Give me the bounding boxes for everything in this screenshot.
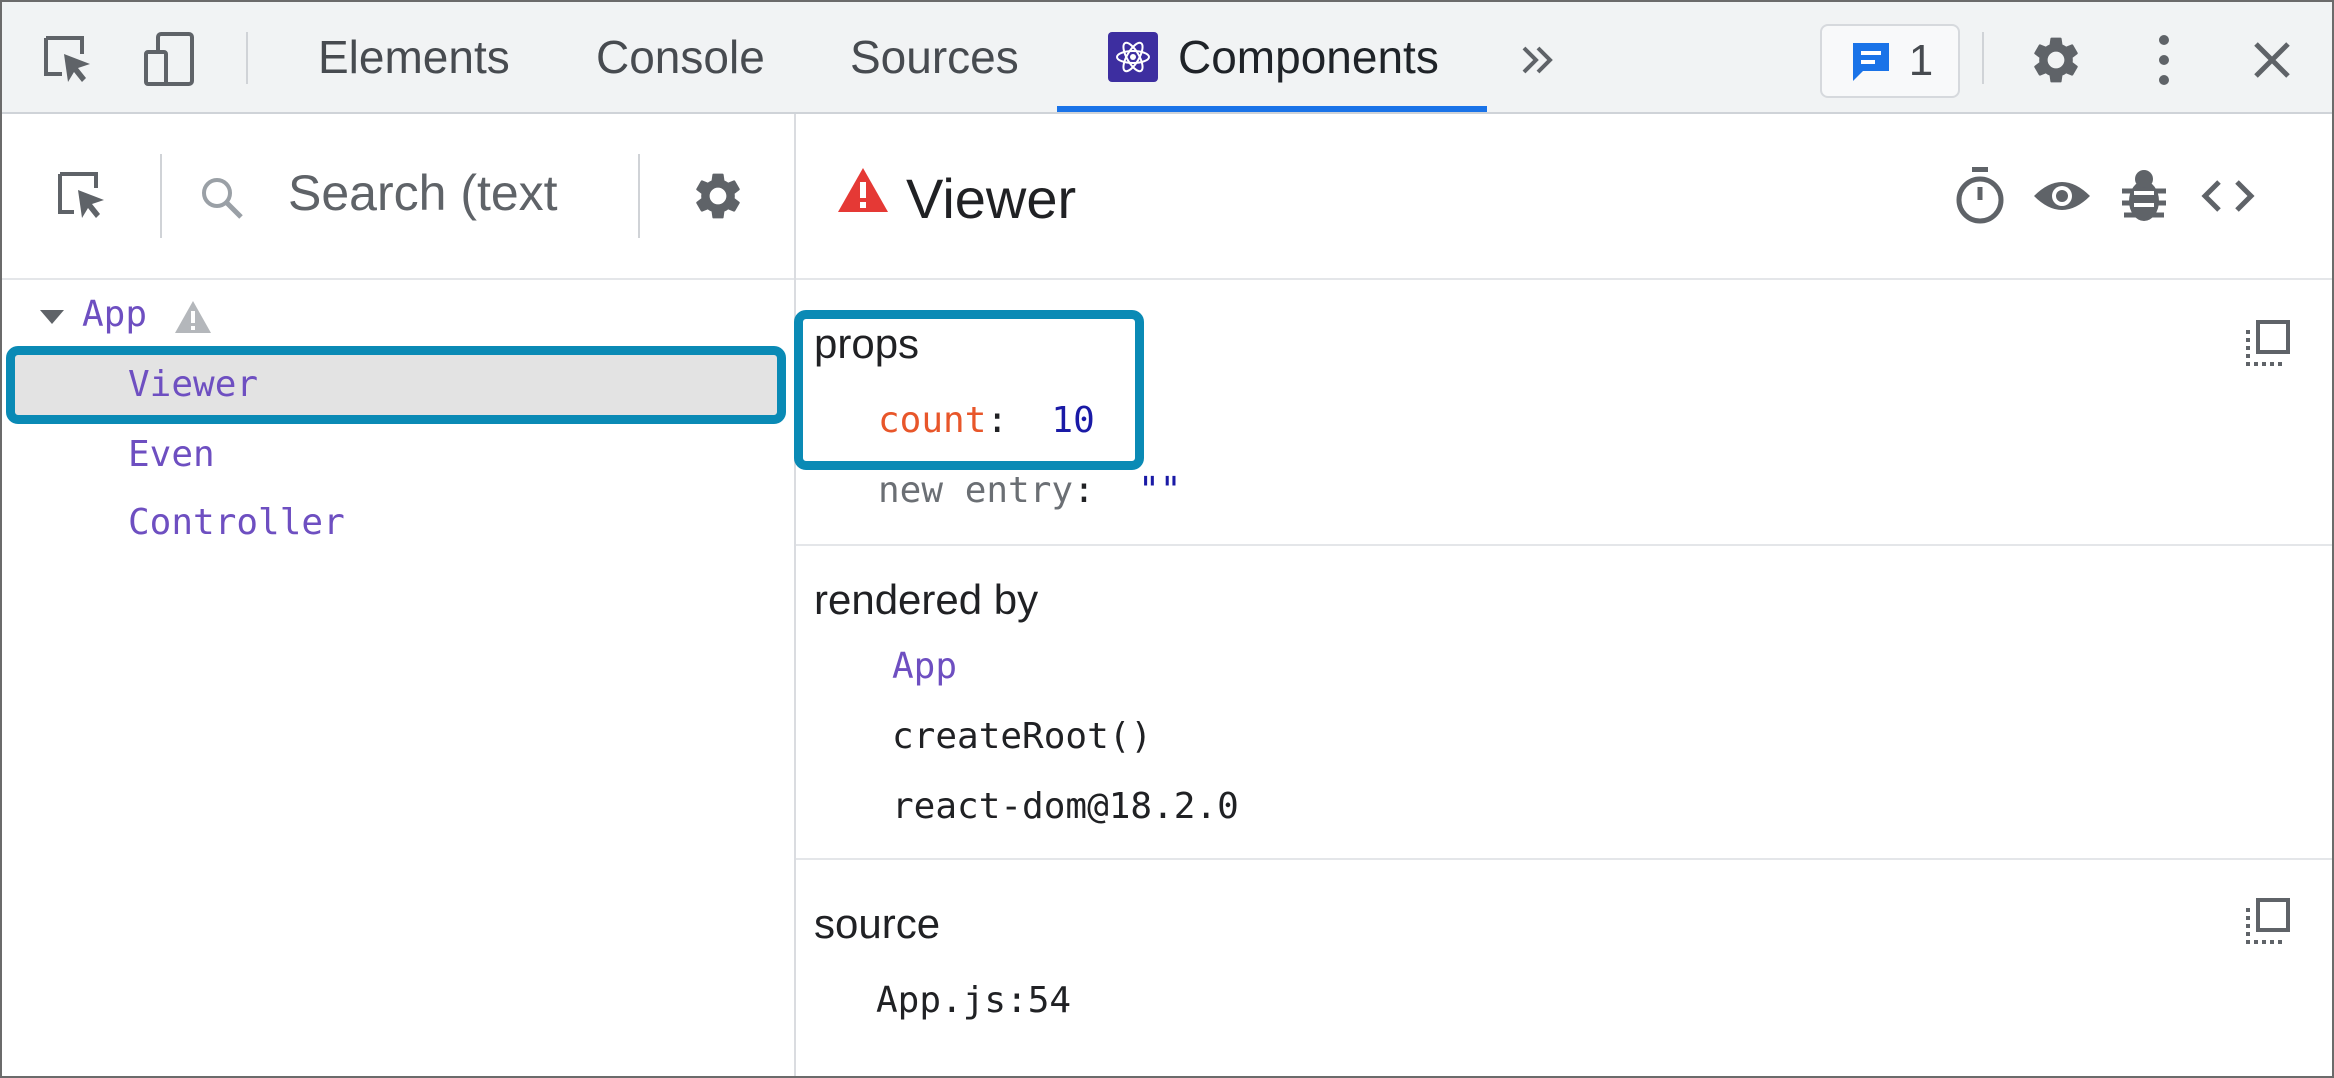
tree-item-app[interactable]: App (82, 294, 147, 335)
tree-item-label: Even (128, 434, 215, 475)
search-input[interactable]: Search (text (288, 164, 598, 222)
tab-components-label: Components (1178, 31, 1439, 83)
rendered-by-item-createroot: createRoot() (892, 716, 1153, 757)
props-section-label: props (814, 320, 920, 367)
tree-item-even[interactable]: Even (128, 434, 215, 475)
more-options-icon[interactable] (2134, 30, 2194, 90)
copy-props-icon[interactable] (2244, 318, 2294, 373)
prop-separator: : (1073, 470, 1095, 511)
component-tree-panel: Search (text App Viewer Even Controller (2, 114, 796, 1076)
issues-message-icon (1852, 43, 1889, 81)
tree-item-label: App (82, 294, 148, 335)
tree-toolbar: Search (text (2, 114, 794, 280)
device-toolbar-icon[interactable] (140, 30, 200, 90)
devtools-tab-bar: Elements Console Sources Components 1 (2, 2, 2332, 114)
more-tabs-chevron-icon[interactable] (1508, 30, 1568, 90)
selected-tree-row-highlight[interactable] (6, 346, 786, 424)
error-warning-icon (836, 166, 890, 219)
view-source-code-icon[interactable] (2198, 166, 2258, 226)
prop-row-new-entry[interactable]: new entry: "" (878, 470, 1181, 511)
rendered-by-item-react-dom: react-dom@18.2.0 (892, 786, 1239, 827)
settings-gear-icon[interactable] (2026, 30, 2086, 90)
tab-console-label: Console (596, 31, 765, 83)
tree-item-controller[interactable]: Controller (128, 502, 345, 543)
toolbar-divider (1982, 32, 1984, 84)
inspect-element-icon[interactable] (38, 30, 98, 90)
prop-value[interactable]: 10 (1051, 400, 1094, 441)
rendered-by-item-app[interactable]: App (892, 646, 957, 687)
expand-collapse-triangle-icon[interactable] (40, 310, 64, 331)
prop-row-count[interactable]: count: 10 (878, 400, 1095, 441)
tree-toolbar-divider (638, 154, 640, 238)
react-logo-icon (1108, 32, 1158, 82)
search-icon (192, 168, 252, 228)
warning-icon (174, 300, 212, 339)
issues-button[interactable]: 1 (1820, 24, 1960, 98)
tree-settings-gear-icon[interactable] (688, 166, 748, 226)
tab-sources-label: Sources (850, 31, 1019, 83)
tab-sources[interactable]: Sources (850, 2, 1019, 112)
source-section-label: source (814, 900, 941, 947)
tree-toolbar-divider (160, 154, 162, 238)
prop-key: new entry (878, 470, 1074, 511)
tab-components[interactable]: Components (1108, 2, 1439, 112)
rendered-by-section-label: rendered by (814, 576, 1039, 623)
devtools-window: Elements Console Sources Components 1 Se… (0, 0, 2334, 1078)
component-name-title: Viewer (906, 167, 1077, 230)
bug-icon[interactable] (2114, 166, 2174, 226)
eye-icon[interactable] (2032, 166, 2092, 226)
section-divider (796, 858, 2332, 860)
prop-separator: : (986, 400, 1009, 441)
tree-item-label: Viewer (128, 364, 259, 405)
section-divider (796, 544, 2332, 546)
tree-item-label: Controller (128, 502, 345, 543)
tab-elements-label: Elements (318, 31, 510, 83)
component-header: Viewer (796, 114, 2332, 280)
tab-elements[interactable]: Elements (318, 2, 510, 112)
stopwatch-icon[interactable] (1950, 166, 2010, 226)
copy-source-icon[interactable] (2244, 896, 2294, 951)
prop-key: count (878, 400, 987, 441)
tab-console[interactable]: Console (596, 2, 765, 112)
source-location-link[interactable]: App.js:54 (876, 980, 1071, 1021)
toolbar-divider (246, 32, 248, 84)
prop-value[interactable]: "" (1138, 470, 1181, 511)
close-icon[interactable] (2242, 30, 2302, 90)
active-tab-indicator (1057, 106, 1487, 112)
tree-item-viewer[interactable]: Viewer (128, 364, 258, 405)
issues-count: 1 (1908, 36, 1934, 85)
component-details-panel: Viewer props count: 10 new entry: "" ren… (794, 114, 2332, 1076)
select-element-icon[interactable] (52, 166, 112, 226)
